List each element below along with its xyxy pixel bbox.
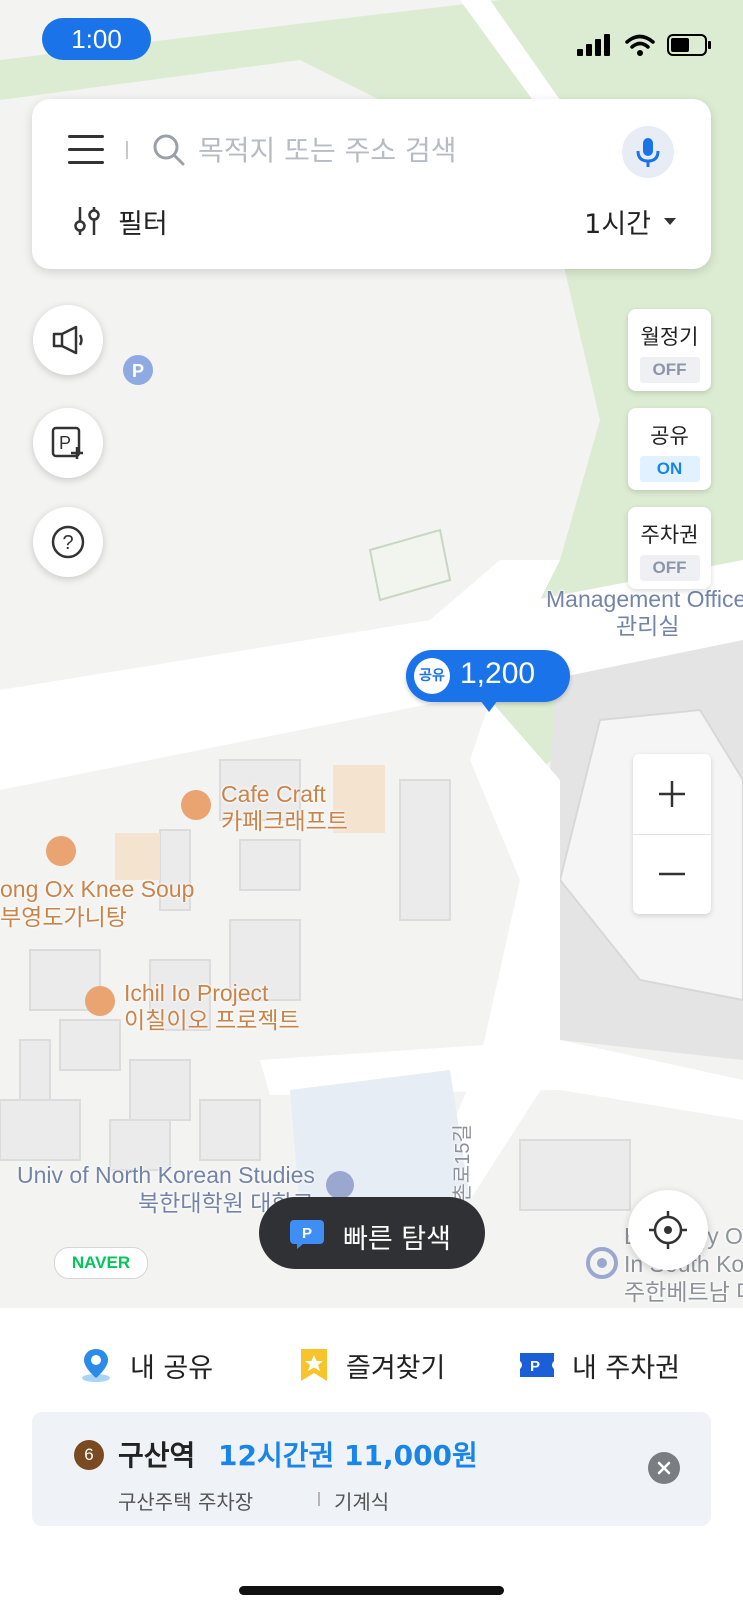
svg-text:P: P xyxy=(302,1225,312,1242)
poi-cafe-craft-en[interactable]: Cafe Craft xyxy=(221,781,326,807)
poi-ox-soup-ko[interactable]: 부영도가니탕 xyxy=(0,904,127,930)
search-divider xyxy=(126,141,128,159)
microphone-icon xyxy=(636,138,660,167)
help-button[interactable]: ? xyxy=(33,507,103,577)
toggle-monthly[interactable]: 월정기 OFF xyxy=(628,309,711,391)
poi-mgmt-ko[interactable]: 관리실 xyxy=(616,613,679,639)
search-input[interactable] xyxy=(196,125,630,175)
menu-icon[interactable] xyxy=(68,135,104,165)
quick-search-label: 빠른 탐색 xyxy=(343,1224,451,1255)
tab-my-share-label: 내 공유 xyxy=(130,1352,214,1384)
station-name: 구산역 xyxy=(118,1439,196,1472)
megaphone-icon xyxy=(52,325,83,355)
poi-ichil-ko[interactable]: 이칠이오 프로젝트 xyxy=(124,1007,300,1033)
rank-badge: 6 xyxy=(74,1440,104,1470)
bottom-panel: 내 공유 즐겨찾기 P 내 주차권 6 구산역 12시간권 11,000원 구산… xyxy=(0,1308,743,1609)
status-time: 1:00 xyxy=(42,18,151,60)
filter-button[interactable]: 필터 xyxy=(74,199,168,243)
caret-down-icon xyxy=(664,218,676,225)
quick-search-button[interactable]: P 빠른 탐색 xyxy=(259,1197,485,1269)
toggle-share-state: ON xyxy=(639,456,700,482)
recent-ticket-card[interactable]: 6 구산역 12시간권 11,000원 구산주택 주차장 기계식 xyxy=(32,1412,711,1526)
parking-ticket-icon: P xyxy=(520,1353,554,1377)
zoom-in-button[interactable] xyxy=(633,754,711,834)
tab-my-ticket-label: 내 주차권 xyxy=(572,1352,680,1384)
status-bar: 1:00 xyxy=(0,0,743,80)
minus-icon xyxy=(659,872,685,876)
zoom-control xyxy=(633,754,711,914)
toggle-ticket[interactable]: 주차권 OFF xyxy=(628,507,711,589)
bookmark-star-icon xyxy=(301,1349,327,1381)
signal-icon xyxy=(577,34,610,56)
toggle-share-label: 공유 xyxy=(650,424,689,448)
search-icon xyxy=(153,134,185,166)
marker-price: 1,200 xyxy=(460,657,536,690)
toggle-ticket-label: 주차권 xyxy=(640,523,699,547)
close-icon xyxy=(657,1461,671,1475)
tab-my-share[interactable]: 내 공유 xyxy=(78,1340,213,1390)
poi-ox-soup-en[interactable]: ong Ox Knee Soup xyxy=(0,876,194,902)
filter-sliders-icon xyxy=(74,207,100,235)
filter-label: 필터 xyxy=(118,208,168,240)
lot-divider xyxy=(318,1492,320,1506)
naver-logo: NAVER xyxy=(54,1247,148,1279)
tab-favorites[interactable]: 즐겨찾기 xyxy=(298,1340,445,1390)
plus-icon xyxy=(659,781,685,807)
home-indicator xyxy=(239,1586,504,1595)
close-button[interactable] xyxy=(648,1452,680,1484)
poi-cafe-craft-ko[interactable]: 카페크래프트 xyxy=(221,808,348,834)
svg-text:P: P xyxy=(59,433,71,453)
status-icons xyxy=(577,30,713,60)
parking-add-icon: P xyxy=(51,426,83,459)
svg-text:P: P xyxy=(132,361,144,381)
toggle-monthly-label: 월정기 xyxy=(640,325,699,349)
poi-univ-en[interactable]: Univ of North Korean Studies xyxy=(17,1162,315,1188)
question-icon: ? xyxy=(51,525,85,559)
current-location-button[interactable] xyxy=(628,1190,708,1270)
parking-lot-name: 구산주택 주차장 xyxy=(118,1490,254,1514)
poi-embassy-ko[interactable]: 주한베트남 대 xyxy=(624,1279,743,1305)
parking-chat-icon: P xyxy=(290,1220,324,1249)
parking-price-marker[interactable]: 공유 1,200 xyxy=(406,650,570,712)
tab-my-ticket[interactable]: P 내 주차권 xyxy=(518,1340,680,1390)
location-pin-icon xyxy=(82,1349,110,1382)
tab-favorites-label: 즐겨찾기 xyxy=(346,1352,446,1384)
ticket-name: 12시간권 11,000원 xyxy=(218,1439,478,1472)
share-badge: 공유 xyxy=(414,658,450,694)
announcement-button[interactable] xyxy=(33,305,103,375)
add-parking-button[interactable]: P xyxy=(33,408,103,478)
crosshair-icon xyxy=(649,1211,687,1249)
parking-lot-type: 기계식 xyxy=(334,1490,390,1514)
voice-search-button[interactable] xyxy=(622,126,674,178)
duration-select[interactable]: 1시간 xyxy=(584,199,677,243)
poi-mgmt-en[interactable]: Management Office xyxy=(546,586,743,612)
wifi-icon xyxy=(625,34,655,56)
battery-icon xyxy=(667,34,711,56)
toggle-share[interactable]: 공유 ON xyxy=(628,408,711,490)
poi-ichil-en[interactable]: Ichil Io Project xyxy=(124,980,268,1006)
zoom-out-button[interactable] xyxy=(633,834,711,914)
toggle-monthly-state: OFF xyxy=(639,357,700,383)
svg-text:?: ? xyxy=(62,532,73,554)
toggle-ticket-state: OFF xyxy=(639,555,700,581)
duration-label: 1시간 xyxy=(584,208,651,240)
svg-text:P: P xyxy=(530,1358,540,1375)
search-card: 필터 1시간 xyxy=(32,99,711,269)
